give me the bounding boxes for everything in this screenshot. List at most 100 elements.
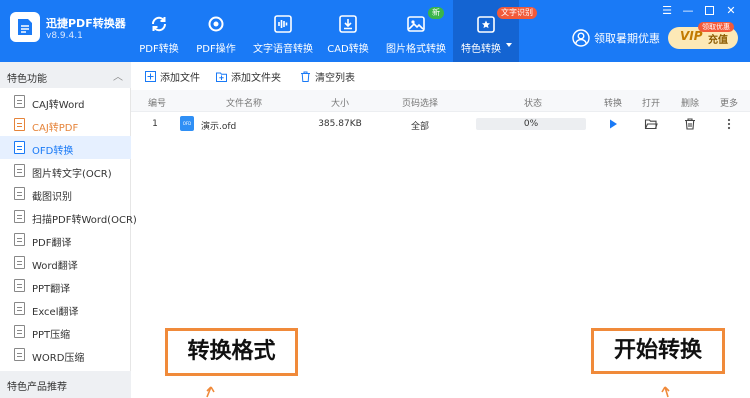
sidebar-item-label: WORD压缩 (32, 353, 85, 364)
sidebar-item[interactable]: PDF翻译 (0, 228, 131, 251)
add-file-button[interactable]: 添加文件 (145, 69, 200, 84)
document-icon (14, 302, 25, 315)
document-icon (14, 118, 25, 131)
folder-open-icon[interactable] (644, 117, 658, 131)
sidebar-item[interactable]: Word翻译 (0, 251, 131, 274)
sidebar-item-label: CAJ转PDF (32, 123, 79, 134)
file-toolbar: 添加文件 添加文件夹 清空列表 (131, 62, 750, 88)
sidebar-item[interactable]: Excel翻译 (0, 297, 131, 320)
document-icon (14, 256, 25, 269)
sidebar-item[interactable]: PPT翻译 (0, 274, 131, 297)
sidebar-item[interactable]: WORD压缩 (0, 343, 131, 366)
more-options-icon[interactable] (722, 117, 736, 131)
sidebar-item-label: 扫描PDF转Word(OCR) (32, 215, 137, 226)
row-index: 1 (152, 119, 158, 129)
user-icon (572, 29, 590, 47)
add-file-label: 添加文件 (160, 73, 200, 84)
nav-pdf-convert[interactable]: PDF转换 (132, 0, 186, 62)
sidebar-item-label: Word翻译 (32, 261, 78, 272)
image-icon (407, 16, 425, 32)
audio-wave-icon (274, 15, 292, 33)
col-header-more: 更多 (719, 99, 739, 109)
add-folder-icon (216, 72, 227, 82)
new-badge: 新 (428, 7, 444, 19)
sidebar-section-title: 特色功能 (7, 74, 47, 85)
file-size: 385.87KB (318, 119, 362, 129)
nav-pdf-operate[interactable]: PDF操作 (188, 0, 244, 62)
annotation-convert-format: 转换格式 (165, 328, 298, 376)
file-name: 演示.ofd (201, 122, 237, 132)
vip-badge: 领取优惠 (698, 22, 734, 32)
nav-label: 图片格式转换 (386, 44, 446, 55)
annotation-start-convert: 开始转换 (591, 328, 725, 374)
clear-list-label: 清空列表 (315, 73, 355, 84)
play-icon[interactable] (606, 117, 620, 131)
document-icon (14, 348, 25, 361)
document-icon (14, 233, 25, 246)
sidebar-item[interactable]: 扫描PDF转Word(OCR) (0, 205, 137, 228)
document-icon (14, 210, 25, 223)
document-icon (14, 164, 25, 177)
app-logo (10, 12, 40, 42)
sidebar-item[interactable]: PPT压缩 (0, 320, 131, 343)
arrow-up-icon (206, 386, 215, 398)
sidebar-item-label: PPT翻译 (32, 284, 71, 295)
close-icon[interactable]: ✕ (724, 4, 738, 18)
nav-text-speech[interactable]: 文字语音转换 (250, 0, 316, 62)
col-header-pages: 页码选择 (401, 99, 439, 109)
progress-text: 0% (523, 119, 539, 129)
app-name: 迅捷PDF转换器 (46, 17, 126, 30)
sidebar-item[interactable]: 截图识别 (0, 182, 131, 205)
sidebar-item-label: OFD转换 (32, 146, 74, 157)
col-header-delete: 删除 (680, 99, 700, 109)
sidebar-item[interactable]: CAJ转Word (0, 90, 131, 113)
nav-cad-convert[interactable]: CAD转换 (322, 0, 374, 62)
maximize-icon[interactable] (702, 4, 716, 18)
user-promo-label: 领取暑期优惠 (594, 32, 660, 45)
clear-list-button[interactable]: 清空列表 (300, 69, 355, 84)
sidebar-item[interactable]: CAJ转PDF (0, 113, 131, 136)
menu-icon[interactable]: ☰ (660, 4, 674, 18)
sidebar-item-label: CAJ转Word (32, 100, 85, 111)
top-bar: 迅捷PDF转换器 v8.9.4.1 PDF转换 PDF操作 文字语音转换 CAD… (0, 0, 750, 62)
col-header-name: 文件名称 (225, 99, 263, 109)
sidebar: 特色功能 ︿ CAJ转Word CAJ转PDF OFD转换图片转文字(OCR) 截图识… (0, 62, 137, 398)
delete-icon[interactable] (683, 117, 697, 131)
add-file-icon (145, 71, 156, 82)
progress-bar: 0% (476, 118, 586, 130)
pdf-logo-icon (18, 19, 32, 35)
sidebar-item-label: 图片转文字(OCR) (32, 169, 112, 180)
table-header: 编号 文件名称 大小 页码选择 状态 转换 打开 删除 更多 (131, 90, 750, 112)
sidebar-section-header[interactable]: 特色功能 ︿ (0, 62, 131, 88)
sidebar-footer[interactable]: 特色产品推荐 (0, 371, 131, 398)
dropdown-caret-icon (506, 43, 512, 47)
minimize-icon[interactable]: — (681, 4, 695, 18)
add-folder-button[interactable]: 添加文件夹 (216, 69, 281, 84)
sidebar-item-label: PDF翻译 (32, 238, 72, 249)
ofd-file-icon: OFD (180, 116, 194, 131)
col-header-index: 编号 (147, 99, 167, 109)
star-box-icon (477, 16, 495, 33)
app-version: v8.9.4.1 (46, 31, 83, 41)
settings-icon (208, 16, 224, 32)
nav-label: CAD转换 (327, 44, 369, 55)
user-promo[interactable]: 领取暑期优惠 (572, 28, 660, 48)
sidebar-item-label: PPT压缩 (32, 330, 71, 341)
ocr-badge: 文字识别 (497, 7, 537, 19)
sidebar-item[interactable]: OFD转换 (0, 136, 131, 159)
sidebar-item-label: Excel翻译 (32, 307, 79, 318)
document-icon (14, 141, 25, 154)
table-row[interactable]: 1 OFD 演示.ofd 385.87KB 全部 0% (131, 112, 750, 136)
vip-label: 充值 (708, 35, 728, 46)
col-header-status: 状态 (523, 99, 543, 109)
sidebar-footer-title: 特色产品推荐 (7, 382, 67, 393)
add-folder-label: 添加文件夹 (231, 73, 281, 84)
chevron-up-icon[interactable]: ︿ (113, 68, 123, 83)
nav-label: 文字语音转换 (253, 44, 313, 55)
col-header-convert: 转换 (603, 99, 623, 109)
nav-label: PDF转换 (139, 44, 179, 55)
sidebar-item-label: 截图识别 (32, 192, 72, 203)
document-icon (14, 279, 25, 292)
page-select[interactable]: 全部 (411, 119, 429, 132)
sidebar-item[interactable]: 图片转文字(OCR) (0, 159, 131, 182)
